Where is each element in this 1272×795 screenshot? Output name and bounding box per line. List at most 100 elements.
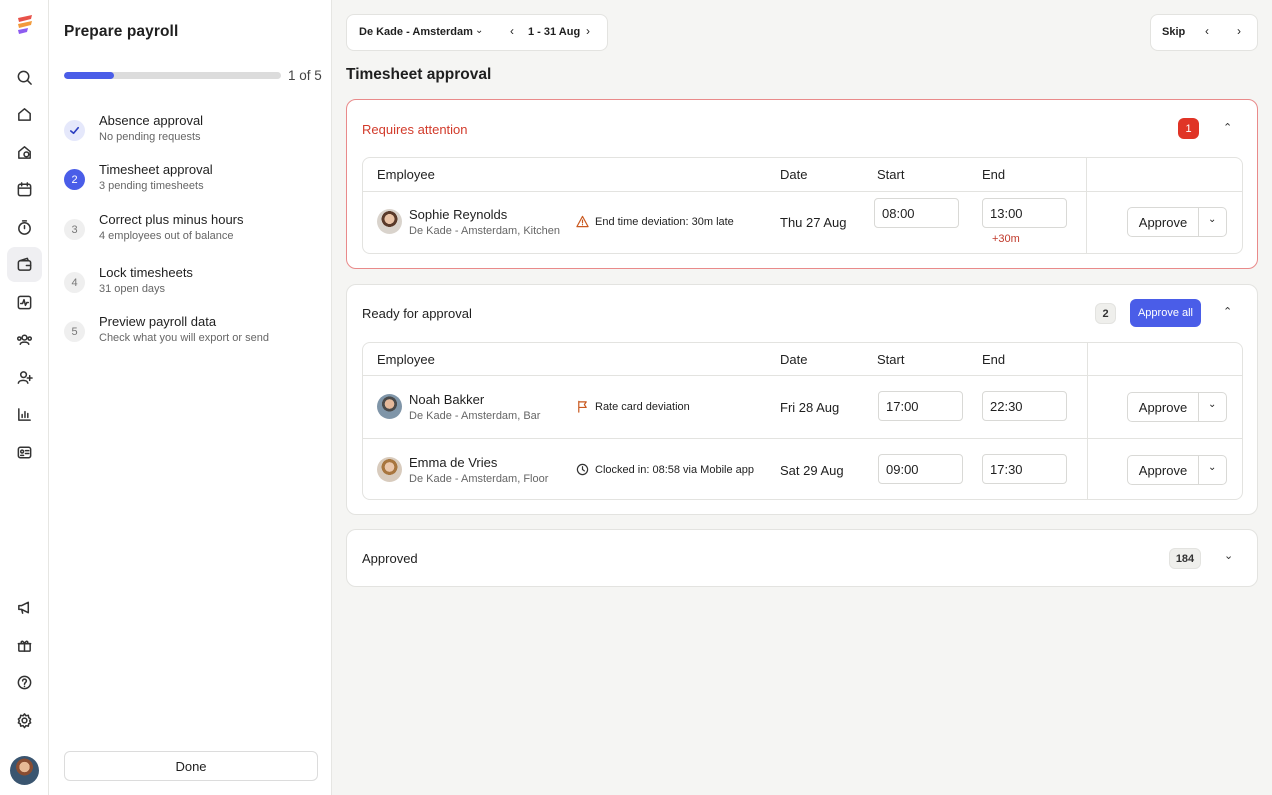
- approve-button[interactable]: Approve: [1128, 463, 1198, 478]
- button-divider: [1198, 456, 1199, 484]
- step-title: Preview payroll data: [99, 314, 217, 329]
- deviation-note: End time deviation: 30m late: [595, 216, 734, 228]
- section-title: Ready for approval: [362, 306, 472, 321]
- step-preview-payroll[interactable]: 5 Preview payroll data Check what you wi…: [64, 314, 324, 354]
- chevron-up-icon[interactable]: ⌃: [1223, 305, 1232, 318]
- step-number: 2: [64, 169, 85, 190]
- table-row: Noah Bakker De Kade - Amsterdam, Bar Rat…: [363, 376, 1242, 438]
- done-button[interactable]: Done: [64, 751, 318, 781]
- calendar-icon[interactable]: [7, 172, 42, 207]
- clock-icon: [576, 463, 589, 476]
- chevron-down-icon[interactable]: ⌄: [475, 25, 483, 36]
- approve-button[interactable]: Approve: [1128, 215, 1198, 230]
- chevron-down-icon[interactable]: ⌄: [1208, 214, 1216, 225]
- settings-icon[interactable]: [7, 703, 42, 738]
- step-number: 5: [64, 321, 85, 342]
- employee-avatar: [377, 457, 402, 482]
- employee-avatar: [377, 209, 402, 234]
- stopwatch-icon[interactable]: [7, 210, 42, 245]
- chevron-right-icon[interactable]: ›: [586, 24, 590, 38]
- home-icon[interactable]: [7, 97, 42, 132]
- app-logo-icon[interactable]: [15, 14, 35, 36]
- check-icon: [64, 120, 85, 141]
- approve-split-button: Approve ⌄: [1127, 207, 1227, 237]
- button-divider: [1198, 208, 1199, 236]
- gift-icon[interactable]: [7, 628, 42, 663]
- chevron-right-icon[interactable]: ›: [1237, 24, 1241, 38]
- user-avatar[interactable]: [10, 756, 39, 785]
- step-subtitle: 4 employees out of balance: [99, 230, 234, 242]
- approve-all-button[interactable]: Approve all: [1130, 299, 1201, 327]
- progress-bar-fill: [64, 72, 114, 79]
- shift-date: Sat 29 Aug: [780, 463, 844, 478]
- approved-section[interactable]: Approved 184 ⌄: [346, 529, 1258, 587]
- step-title: Lock timesheets: [99, 265, 193, 280]
- skip-button[interactable]: Skip: [1162, 26, 1185, 38]
- period-selector: De Kade - Amsterdam ⌄ ‹ 1 - 31 Aug ›: [346, 14, 608, 51]
- column-employee: Employee: [377, 352, 435, 367]
- approve-button[interactable]: Approve: [1128, 400, 1198, 415]
- activity-icon[interactable]: [7, 285, 42, 320]
- add-user-icon[interactable]: [7, 360, 42, 395]
- step-absence-approval[interactable]: Absence approval No pending requests: [64, 113, 324, 153]
- attention-count-badge: 1: [1178, 118, 1199, 139]
- deviation-note: Rate card deviation: [595, 401, 690, 413]
- ready-for-approval-section: Ready for approval 2 Approve all ⌃ Emplo…: [346, 284, 1258, 515]
- step-subtitle: No pending requests: [99, 131, 201, 143]
- start-time-input[interactable]: 08:00: [874, 198, 959, 228]
- employee-location: De Kade - Amsterdam, Bar: [409, 410, 541, 422]
- wallet-icon[interactable]: [7, 247, 42, 282]
- section-title: Approved: [362, 551, 418, 566]
- step-number: 3: [64, 219, 85, 240]
- column-start: Start: [877, 167, 905, 182]
- end-time-input[interactable]: 17:30: [982, 454, 1067, 484]
- step-title: Absence approval: [99, 113, 204, 128]
- progress-bar: [64, 72, 281, 79]
- clock-in-note: Clocked in: 08:58 via Mobile app: [595, 464, 754, 476]
- end-time-input[interactable]: 13:00: [982, 198, 1067, 228]
- section-title: Requires attention: [362, 122, 468, 137]
- requires-attention-section: Requires attention 1 ⌃ Employee Date Sta…: [346, 99, 1258, 269]
- date-range[interactable]: 1 - 31 Aug: [528, 26, 580, 38]
- column-start: Start: [877, 352, 905, 367]
- megaphone-icon[interactable]: [7, 590, 42, 625]
- chevron-left-icon[interactable]: ‹: [510, 24, 514, 38]
- end-time-input[interactable]: 22:30: [982, 391, 1067, 421]
- table-row: Emma de Vries De Kade - Amsterdam, Floor…: [363, 439, 1242, 501]
- search-location-icon[interactable]: [7, 135, 42, 170]
- id-card-icon[interactable]: [7, 435, 42, 470]
- column-end: End: [982, 167, 1006, 182]
- location-dropdown[interactable]: De Kade - Amsterdam: [359, 26, 473, 38]
- ready-count-badge: 2: [1095, 303, 1116, 324]
- attention-table: Employee Date Start End Sophie Reynolds …: [362, 157, 1243, 254]
- step-subtitle: Check what you will export or send: [99, 332, 269, 344]
- chevron-down-icon[interactable]: ⌄: [1224, 549, 1233, 562]
- employee-location: De Kade - Amsterdam, Floor: [409, 473, 549, 485]
- search-icon[interactable]: [7, 60, 42, 95]
- employee-name[interactable]: Noah Bakker: [409, 392, 484, 407]
- chevron-down-icon[interactable]: ⌄: [1208, 399, 1216, 410]
- icon-rail: [0, 0, 49, 795]
- step-navigation: Skip ‹ ›: [1150, 14, 1258, 51]
- help-icon[interactable]: [7, 665, 42, 700]
- step-title: Timesheet approval: [99, 162, 213, 177]
- employee-name[interactable]: Sophie Reynolds: [409, 207, 507, 222]
- start-time-input[interactable]: 17:00: [878, 391, 963, 421]
- chevron-left-icon[interactable]: ‹: [1205, 24, 1209, 38]
- start-time-input[interactable]: 09:00: [878, 454, 963, 484]
- column-end: End: [982, 352, 1006, 367]
- warning-icon: [576, 215, 589, 228]
- flag-icon: [578, 400, 587, 413]
- step-correct-hours[interactable]: 3 Correct plus minus hours 4 employees o…: [64, 212, 324, 252]
- team-icon[interactable]: [7, 322, 42, 357]
- step-timesheet-approval[interactable]: 2 Timesheet approval 3 pending timesheet…: [64, 162, 324, 202]
- bar-chart-icon[interactable]: [7, 397, 42, 432]
- chevron-up-icon[interactable]: ⌃: [1223, 121, 1232, 134]
- table-row: Sophie Reynolds De Kade - Amsterdam, Kit…: [363, 191, 1242, 253]
- panel-title: Prepare payroll: [64, 23, 179, 40]
- employee-name[interactable]: Emma de Vries: [409, 455, 497, 470]
- approve-split-button: Approve ⌄: [1127, 455, 1227, 485]
- chevron-down-icon[interactable]: ⌄: [1208, 462, 1216, 473]
- employee-avatar: [377, 394, 402, 419]
- step-lock-timesheets[interactable]: 4 Lock timesheets 31 open days: [64, 265, 324, 305]
